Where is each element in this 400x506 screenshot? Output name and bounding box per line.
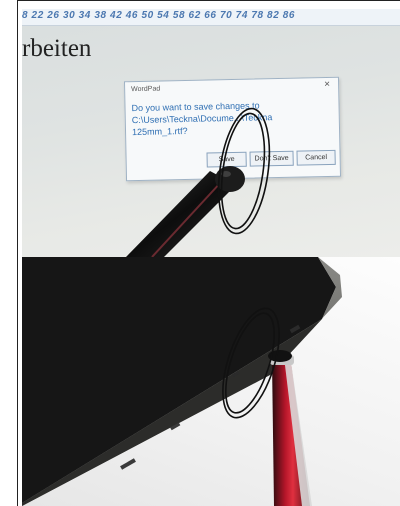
frame-left-line xyxy=(17,0,18,506)
tablet-photo xyxy=(22,257,342,506)
frame-top-line xyxy=(17,0,400,1)
stylus-stripe xyxy=(151,180,223,257)
side-slot xyxy=(120,458,136,470)
top-photo: 8 22 26 30 34 38 42 46 50 54 58 62 66 70… xyxy=(22,9,400,257)
bottom-photo xyxy=(22,257,400,506)
stylus-pen-icon xyxy=(126,107,271,257)
